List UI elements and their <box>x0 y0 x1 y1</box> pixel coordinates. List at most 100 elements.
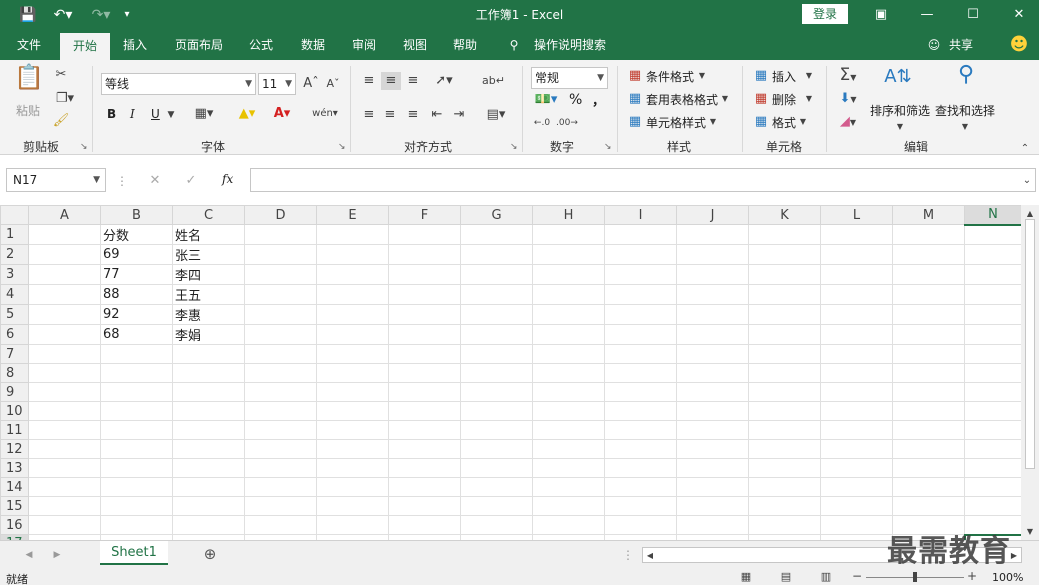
chevron-down-icon[interactable]: ▼ <box>804 67 814 85</box>
align-middle-icon[interactable]: ≡ <box>381 72 401 90</box>
row-header[interactable]: 1 <box>0 224 29 245</box>
cell-j1[interactable] <box>676 224 749 245</box>
cell-f9[interactable] <box>388 382 461 402</box>
cell-k15[interactable] <box>748 496 821 516</box>
smiley-feedback-icon[interactable]: ☻ <box>1006 30 1032 60</box>
cell-a5[interactable] <box>28 304 101 325</box>
cell-g3[interactable] <box>460 264 533 285</box>
cell-c14[interactable] <box>172 477 245 497</box>
close-button[interactable]: ✕ <box>1004 4 1034 26</box>
row-header[interactable]: 10 <box>0 401 29 421</box>
formula-input[interactable] <box>250 168 1036 192</box>
cell-f8[interactable] <box>388 363 461 383</box>
cell-a8[interactable] <box>28 363 101 383</box>
cell-c16[interactable] <box>172 515 245 535</box>
column-header-b[interactable]: B <box>100 205 173 225</box>
cell-e12[interactable] <box>316 439 389 459</box>
cell-e14[interactable] <box>316 477 389 497</box>
cell-d16[interactable] <box>244 515 317 535</box>
page-layout-view-icon[interactable]: ▤ <box>778 568 794 586</box>
chevron-down-icon[interactable]: ▼ <box>708 113 718 131</box>
cell-k6[interactable] <box>748 324 821 345</box>
cell-l5[interactable] <box>820 304 893 325</box>
tab-page-layout[interactable]: 页面布局 <box>166 30 232 60</box>
cell-j8[interactable] <box>676 363 749 383</box>
font-size-select[interactable]: 11 ▼ <box>258 73 296 95</box>
cell-g15[interactable] <box>460 496 533 516</box>
cell-c2[interactable]: 张三 <box>172 244 245 265</box>
cell-i4[interactable] <box>604 284 677 305</box>
cell-c12[interactable] <box>172 439 245 459</box>
cell-i8[interactable] <box>604 363 677 383</box>
cell-h9[interactable] <box>532 382 605 402</box>
cell-d4[interactable] <box>244 284 317 305</box>
delete-cells-button[interactable]: 删除 <box>772 91 796 108</box>
cell-c4[interactable]: 王五 <box>172 284 245 305</box>
cell-b15[interactable] <box>100 496 173 516</box>
confirm-entry-icon[interactable]: ✓ <box>182 172 200 190</box>
row-header[interactable]: 9 <box>0 382 29 402</box>
cell-j11[interactable] <box>676 420 749 440</box>
cell-a6[interactable] <box>28 324 101 345</box>
format-as-table-button[interactable]: 套用表格格式 <box>646 91 718 108</box>
scroll-down-icon[interactable]: ▼ <box>1023 523 1037 541</box>
cell-j14[interactable] <box>676 477 749 497</box>
cell-c9[interactable] <box>172 382 245 402</box>
align-left-icon[interactable]: ≡ <box>360 106 378 124</box>
tab-formulas[interactable]: 公式 <box>240 30 282 60</box>
column-header-e[interactable]: E <box>316 205 389 225</box>
cell-g4[interactable] <box>460 284 533 305</box>
cell-m7[interactable] <box>892 344 965 364</box>
chevron-down-icon[interactable]: ▼ <box>165 106 177 124</box>
cell-m1[interactable] <box>892 224 965 245</box>
cell-f3[interactable] <box>388 264 461 285</box>
cell-e10[interactable] <box>316 401 389 421</box>
cell-i10[interactable] <box>604 401 677 421</box>
cell-d1[interactable] <box>244 224 317 245</box>
cell-c13[interactable] <box>172 458 245 478</box>
clear-icon[interactable]: ◢▼ <box>834 113 862 132</box>
cell-i9[interactable] <box>604 382 677 402</box>
cell-d5[interactable] <box>244 304 317 325</box>
column-header-c[interactable]: C <box>172 205 245 225</box>
cell-j16[interactable] <box>676 515 749 535</box>
cell-h12[interactable] <box>532 439 605 459</box>
cell-i3[interactable] <box>604 264 677 285</box>
cell-d3[interactable] <box>244 264 317 285</box>
font-color-icon[interactable]: A▾ <box>267 105 297 123</box>
cell-k13[interactable] <box>748 458 821 478</box>
cell-b7[interactable] <box>100 344 173 364</box>
cell-j7[interactable] <box>676 344 749 364</box>
cell-m11[interactable] <box>892 420 965 440</box>
cell-d14[interactable] <box>244 477 317 497</box>
cell-l15[interactable] <box>820 496 893 516</box>
cell-m9[interactable] <box>892 382 965 402</box>
increase-decimal-icon[interactable]: ←.0 <box>532 114 552 132</box>
decrease-font-icon[interactable]: Aˇ <box>324 75 342 93</box>
cell-j2[interactable] <box>676 244 749 265</box>
tab-file[interactable]: 文件 <box>8 30 50 60</box>
cell-k12[interactable] <box>748 439 821 459</box>
cell-e1[interactable] <box>316 224 389 245</box>
cell-l13[interactable] <box>820 458 893 478</box>
row-header[interactable]: 11 <box>0 420 29 440</box>
sheet-tab-sheet1[interactable]: Sheet1 <box>100 541 168 565</box>
cell-f10[interactable] <box>388 401 461 421</box>
tell-me-search[interactable]: 操作说明搜索 <box>528 30 612 60</box>
increase-font-icon[interactable]: Aˆ <box>302 75 320 93</box>
column-header-h[interactable]: H <box>532 205 605 225</box>
cell-m8[interactable] <box>892 363 965 383</box>
cell-a1[interactable] <box>28 224 101 245</box>
cell-f15[interactable] <box>388 496 461 516</box>
cell-m14[interactable] <box>892 477 965 497</box>
cell-m3[interactable] <box>892 264 965 285</box>
cell-m2[interactable] <box>892 244 965 265</box>
zoom-out-icon[interactable]: − <box>852 567 862 585</box>
cell-i14[interactable] <box>604 477 677 497</box>
cell-h11[interactable] <box>532 420 605 440</box>
cell-n10[interactable] <box>964 401 1022 421</box>
scroll-sheets-right-icon[interactable]: ▶ <box>50 546 64 564</box>
cell-h1[interactable] <box>532 224 605 245</box>
cell-e15[interactable] <box>316 496 389 516</box>
align-bottom-icon[interactable]: ≡ <box>404 72 422 90</box>
